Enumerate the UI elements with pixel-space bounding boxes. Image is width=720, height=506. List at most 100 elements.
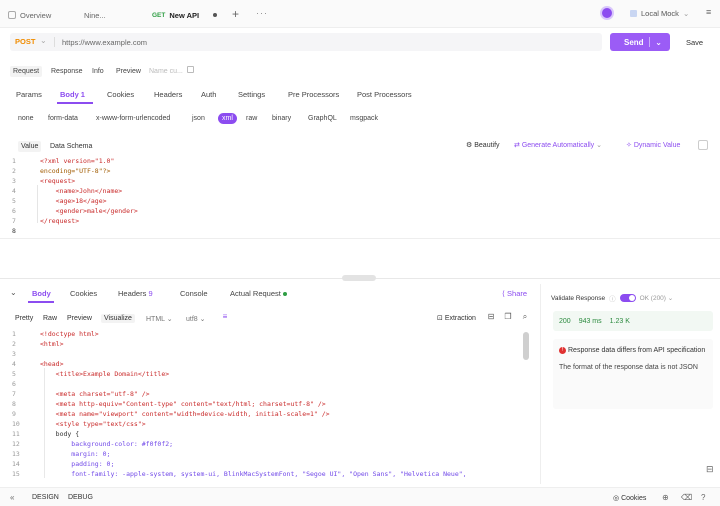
body-type-urlencoded[interactable]: x-www-form-urlencoded	[96, 115, 170, 122]
response-tab-body[interactable]: Body	[32, 289, 51, 298]
tab-post-processors[interactable]: Post Processors	[357, 90, 412, 99]
dynamic-value-label: Dynamic Value	[633, 142, 681, 149]
format-preview[interactable]: Preview	[64, 314, 95, 323]
delete-icon[interactable]: ⌫	[681, 493, 692, 502]
line-number: 13	[12, 450, 20, 458]
debug-mode-button[interactable]: DEBUG	[68, 494, 93, 501]
body-type-binary[interactable]: binary	[272, 115, 291, 122]
subtab-response[interactable]: Response	[48, 66, 86, 77]
tab-settings[interactable]: Settings	[238, 90, 265, 99]
body-type-none[interactable]: none	[18, 115, 34, 122]
copy-icon[interactable]: ❐	[503, 312, 513, 322]
code-line: <html>	[40, 340, 64, 348]
environment-icon	[630, 10, 637, 17]
response-size: 1.23 K	[609, 317, 630, 325]
settings-icon[interactable]: ⊕	[662, 493, 669, 502]
sync-status-icon[interactable]	[600, 6, 614, 20]
validate-toggle[interactable]	[619, 294, 636, 302]
format-pretty[interactable]: Pretty	[12, 314, 36, 323]
unsaved-dot-icon	[213, 13, 217, 17]
save-response-icon[interactable]: ⊟	[486, 312, 496, 322]
extraction-button[interactable]: ⊡ Extraction	[437, 314, 476, 322]
language-selector[interactable]: HTML ⌄	[143, 314, 176, 324]
body-type-xml[interactable]: xml	[218, 113, 237, 124]
method-selector[interactable]: POST	[15, 37, 35, 46]
actual-request-label: Actual Request	[230, 289, 281, 298]
response-tab-headers[interactable]: Headers 9	[118, 289, 153, 298]
expand-icon[interactable]	[698, 140, 708, 150]
generate-icon: ⇄	[514, 142, 522, 149]
search-icon[interactable]: ⌕	[520, 312, 530, 322]
line-number: 1	[12, 157, 16, 165]
request-body-editor[interactable]: 1 2 3 4 5 6 7 8 <?xml version="1.0" enco…	[12, 157, 712, 239]
add-tab-icon[interactable]: +	[232, 7, 239, 21]
design-mode-button[interactable]: DESIGN	[32, 494, 59, 501]
format-visualize[interactable]: Visualize	[101, 314, 135, 323]
active-tab-indicator	[28, 301, 54, 303]
line-number: 9	[12, 410, 16, 418]
response-tab-actual-request[interactable]: Actual Request	[230, 289, 287, 298]
response-tab-cookies[interactable]: Cookies	[70, 289, 97, 298]
editor-tab-data-schema[interactable]: Data Schema	[47, 141, 95, 152]
code-line: <age>18</age>	[40, 197, 107, 205]
tab-body[interactable]: Body 1	[60, 90, 85, 99]
body-type-graphql[interactable]: GraphQL	[308, 115, 337, 122]
cookies-button[interactable]: ◎ Cookies	[613, 494, 646, 502]
scrollbar-thumb[interactable]	[523, 332, 529, 360]
body-type-msgpack[interactable]: msgpack	[350, 115, 378, 122]
line-number: 7	[12, 217, 16, 225]
validate-status-selector[interactable]: OK (200) ⌄	[640, 294, 674, 302]
subtab-preview[interactable]: Preview	[113, 66, 144, 77]
code-line: <meta charset="utf-8" />	[40, 390, 150, 398]
format-raw[interactable]: Raw	[40, 314, 60, 323]
code-line: <title>Example Domain</title>	[40, 370, 170, 378]
tab-body-label: Body	[60, 90, 79, 99]
cookie-icon: ◎	[613, 495, 622, 502]
clear-icon[interactable]: ⊟	[706, 464, 714, 475]
generate-button[interactable]: ⇄ Generate Automatically ⌄	[514, 141, 602, 149]
checkbox-icon[interactable]	[187, 66, 194, 73]
line-number: 1	[12, 330, 16, 338]
body-type-json[interactable]: json	[192, 115, 205, 122]
tab-overview[interactable]: Overview	[8, 8, 51, 22]
editor-tab-value[interactable]: Value	[18, 141, 42, 152]
dynamic-value-button[interactable]: ✧ Dynamic Value	[626, 141, 680, 149]
wrap-icon[interactable]: ≡	[220, 312, 230, 322]
tab-pre-processors[interactable]: Pre Processors	[288, 90, 339, 99]
resize-handle[interactable]	[342, 275, 376, 281]
tab-params[interactable]: Params	[16, 90, 42, 99]
help-icon[interactable]: ?	[701, 493, 705, 502]
beautify-button[interactable]: ⚙ Beautify	[466, 141, 500, 149]
share-button[interactable]: ⟨ Share	[502, 289, 527, 298]
body-type-form-data[interactable]: form-data	[48, 115, 78, 122]
more-tabs-icon[interactable]: ···	[256, 8, 268, 18]
url-input[interactable]: https://www.example.com	[62, 38, 147, 47]
url-bar: POST ⌄ https://www.example.com	[10, 33, 602, 51]
line-number: 6	[12, 380, 16, 388]
tab-label: Overview	[20, 10, 52, 20]
response-tab-console[interactable]: Console	[180, 289, 208, 298]
send-button[interactable]: Send ⌄	[610, 33, 670, 51]
tab-auth[interactable]: Auth	[201, 90, 216, 99]
body-type-raw[interactable]: raw	[246, 115, 257, 122]
code-line: <head>	[40, 360, 64, 368]
encoding-selector[interactable]: utf8 ⌄	[183, 314, 209, 324]
validation-warning: ! Response data differs from API specific…	[553, 339, 713, 409]
subtab-info[interactable]: Info	[89, 66, 107, 77]
response-body-viewer[interactable]: 1 2 3 4 5 6 7 8 9 10 11 12 13 14 15 <!do…	[12, 330, 524, 480]
collapse-chevron-icon[interactable]: ⌄	[10, 288, 17, 297]
validate-status-label: OK (200)	[639, 295, 666, 302]
tab-cookies[interactable]: Cookies	[107, 90, 134, 99]
chevron-down-icon[interactable]: ⌄	[655, 38, 662, 47]
tab-new-api[interactable]: GET New API	[152, 8, 199, 22]
subtab-name[interactable]: Name cu...	[146, 66, 186, 77]
collapse-sidebar-icon[interactable]: «	[10, 493, 14, 502]
subtab-request[interactable]: Request	[10, 66, 43, 77]
encoding-label: utf8	[186, 316, 198, 323]
tab-nine[interactable]: Nine...	[84, 8, 106, 22]
menu-icon[interactable]: ≡	[706, 7, 711, 17]
save-button[interactable]: Save	[686, 38, 703, 47]
environment-selector[interactable]: Local Mock ⌄	[630, 9, 689, 18]
code-line: padding: 0;	[40, 460, 115, 468]
tab-headers[interactable]: Headers	[154, 90, 182, 99]
